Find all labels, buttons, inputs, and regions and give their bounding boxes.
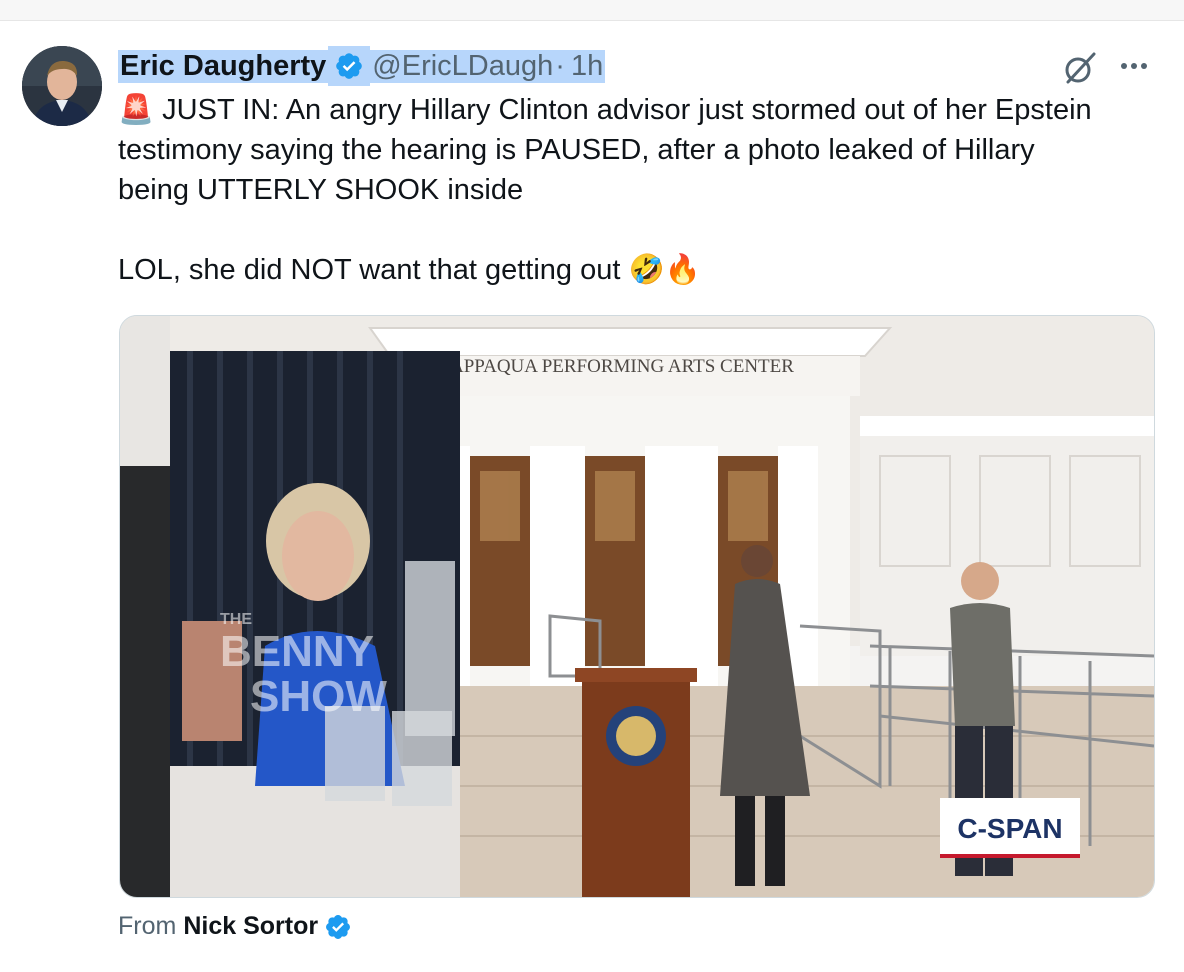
tweet-timestamp[interactable]: 1h	[564, 49, 606, 83]
tweet-header: Eric Daugherty @EricLDaugh · 1h	[118, 46, 606, 86]
tweet-media[interactable]: APPAQUA PERFORMING ARTS CENTER C-SPAN TH…	[119, 315, 1155, 898]
author-handle[interactable]: @EricLDaugh	[370, 49, 556, 83]
more-options-button[interactable]	[1118, 50, 1154, 80]
cspan-logo: C-SPAN	[957, 813, 1062, 844]
laugh-emoji-icon: 🤣	[628, 254, 665, 286]
tweet-text: 🚨 JUST IN: An angry Hillary Clinton advi…	[118, 90, 1168, 290]
from-label: From	[118, 912, 177, 940]
watermark-line-1: THE	[220, 611, 252, 628]
author-avatar[interactable]	[22, 46, 102, 126]
tweet-text-line-1: JUST IN: An angry Hillary Clinton adviso…	[162, 94, 1092, 126]
watermark-line-2: BENNY	[220, 627, 374, 676]
source-verified-badge-icon	[326, 914, 351, 939]
tweet-text-line-2: testimony saying the hearing is PAUSED, …	[118, 134, 1035, 166]
source-attribution: From Nick Sortor	[118, 912, 358, 941]
media-image: APPAQUA PERFORMING ARTS CENTER C-SPAN TH…	[120, 316, 1154, 897]
source-name[interactable]: Nick Sortor	[183, 912, 318, 941]
top-bar	[0, 0, 1184, 21]
separator-dot: ·	[555, 49, 565, 83]
tweet-text-line-4: LOL, she did NOT want that getting out	[118, 254, 621, 286]
fire-emoji-icon: 🔥	[664, 254, 701, 286]
more-icon	[1121, 63, 1147, 69]
grok-button[interactable]	[1062, 50, 1098, 86]
watermark-line-3: SHOW	[250, 672, 387, 721]
verified-badge-icon	[336, 53, 363, 79]
tweet-text-line-3: being UTTERLY SHOOK inside	[118, 174, 524, 206]
alarm-emoji-icon: 🚨	[118, 94, 155, 126]
author-name[interactable]: Eric Daugherty	[118, 49, 329, 83]
building-sign: APPAQUA PERFORMING ARTS CENTER	[450, 356, 794, 377]
avatar-image	[22, 46, 102, 126]
verified-badge-wrap	[328, 46, 371, 86]
grok-icon	[1065, 52, 1096, 84]
